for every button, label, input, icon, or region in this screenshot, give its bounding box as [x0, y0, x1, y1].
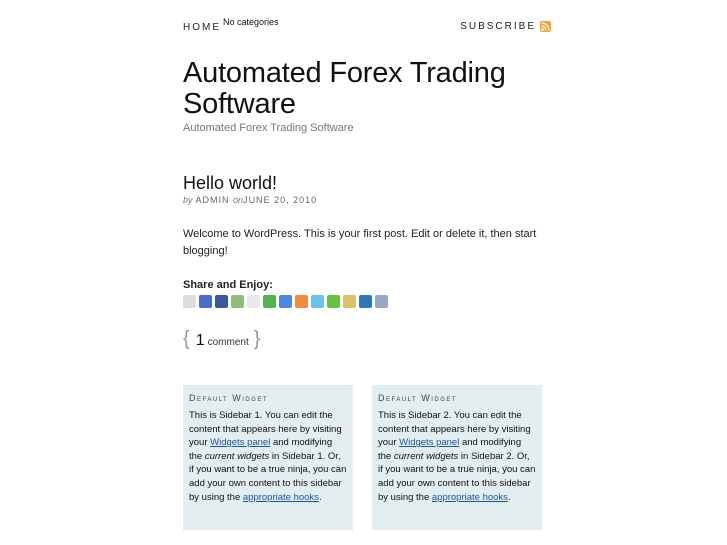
site-description: Automated Forex Trading Software — [183, 122, 354, 134]
mixx-icon[interactable] — [231, 295, 244, 308]
nav-categories-text: No categories — [223, 17, 279, 27]
widget-text-part: . — [507, 491, 511, 503]
share-title: Share and Enjoy: — [183, 279, 273, 291]
post-title[interactable]: Hello world! — [183, 173, 277, 194]
technorati-icon[interactable] — [327, 295, 340, 308]
widget-title: Default Widget — [378, 393, 458, 403]
appropriate-hooks-link[interactable]: appropriate hooks — [432, 492, 508, 503]
digg-icon[interactable] — [183, 295, 196, 308]
post-meta-by: by — [183, 195, 193, 205]
sidebar-widget-1: Default Widget This is Sidebar 1. You ca… — [183, 385, 353, 530]
post-author[interactable]: ADMIN — [196, 195, 230, 205]
widget-text: This is Sidebar 2. You can edit the cont… — [378, 409, 536, 504]
widget-text: This is Sidebar 1. You can edit the cont… — [189, 409, 347, 504]
live-icon[interactable] — [343, 295, 356, 308]
comment-label: comment — [207, 337, 249, 348]
delicious-icon[interactable] — [199, 295, 212, 308]
google-icon[interactable] — [279, 295, 292, 308]
widget-text-emphasis: current widgets — [204, 450, 270, 462]
twitter-icon[interactable] — [311, 295, 324, 308]
stumbleupon-icon[interactable] — [263, 295, 276, 308]
reddit-icon[interactable] — [247, 295, 260, 308]
brace-close: } — [253, 328, 261, 350]
widgets-panel-link[interactable]: Widgets panel — [210, 437, 270, 448]
linkedin-icon[interactable] — [359, 295, 372, 308]
post-meta-on: on — [233, 195, 244, 205]
share-icons — [183, 295, 388, 308]
post-meta: by ADMIN onJUNE 20, 2010 — [183, 195, 317, 205]
subscribe-label: SUBSCRIBE — [460, 21, 536, 32]
post-body: Welcome to WordPress. This is your first… — [183, 228, 537, 257]
appropriate-hooks-link[interactable]: appropriate hooks — [243, 492, 319, 503]
comments-link[interactable]: { 1 comment } — [183, 328, 260, 351]
widget-title: Default Widget — [189, 393, 269, 403]
yahoo-icon[interactable] — [375, 295, 388, 308]
blogger-icon[interactable] — [295, 295, 308, 308]
site-title[interactable]: Automated Forex Trading Software — [183, 58, 563, 120]
nav-home-link[interactable]: HOME — [183, 22, 221, 33]
brace-open: { — [183, 328, 190, 350]
sidebar-widget-2: Default Widget This is Sidebar 2. You ca… — [372, 385, 542, 530]
widgets-panel-link[interactable]: Widgets panel — [399, 437, 459, 448]
post-date: JUNE 20, 2010 — [243, 195, 318, 205]
facebook-icon[interactable] — [215, 295, 228, 308]
widget-text-part: . — [318, 491, 322, 503]
rss-icon — [540, 21, 551, 32]
comment-count: 1 — [195, 332, 205, 349]
nav-subscribe-link[interactable]: SUBSCRIBE — [460, 21, 551, 32]
widget-text-emphasis: current widgets — [393, 450, 459, 462]
